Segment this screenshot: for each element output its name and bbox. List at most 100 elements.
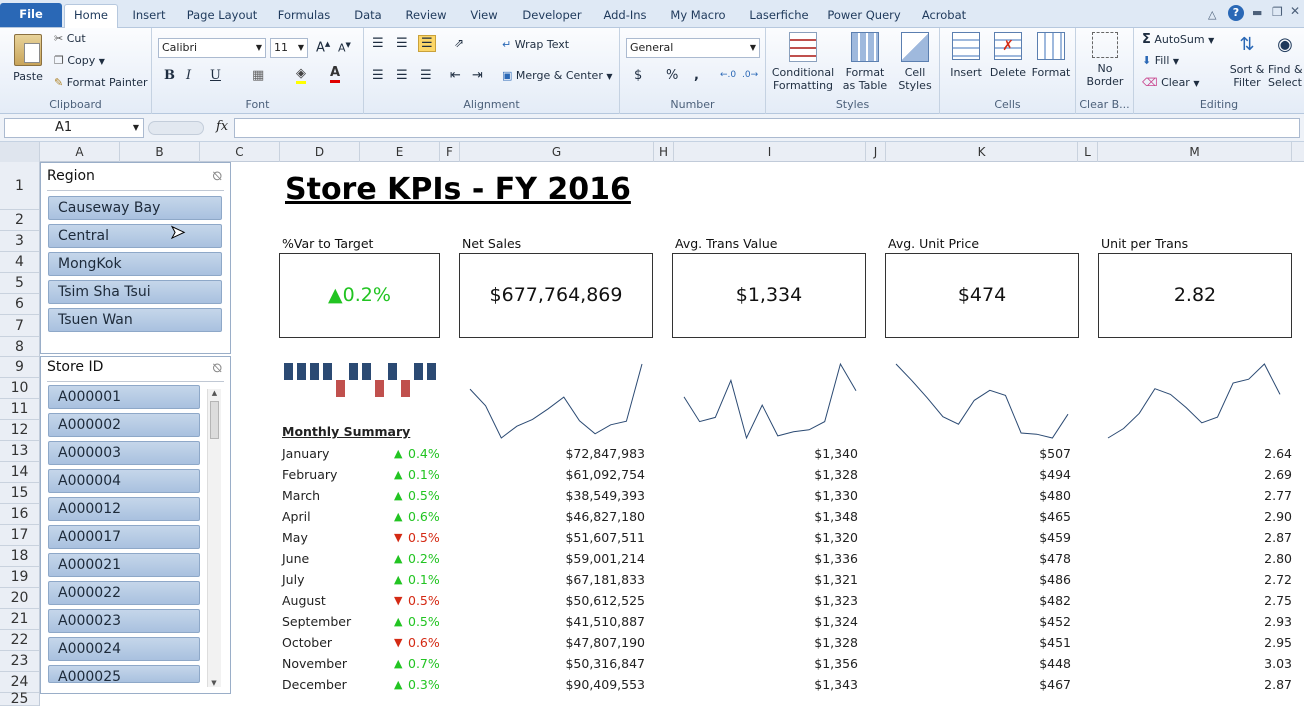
row-header[interactable]: 14 bbox=[0, 462, 39, 483]
column-header[interactable]: B bbox=[120, 142, 200, 162]
insert-cells-button[interactable]: Insert bbox=[946, 32, 986, 79]
tab-page-layout[interactable]: Page Layout bbox=[180, 5, 264, 27]
help-icon[interactable]: ? bbox=[1228, 5, 1244, 21]
tab-insert[interactable]: Insert bbox=[122, 5, 176, 27]
column-header[interactable]: I bbox=[674, 142, 866, 162]
align-left-icon[interactable]: ☰ bbox=[372, 68, 384, 83]
font-name-combo[interactable]: Calibri ▼ bbox=[158, 38, 266, 58]
store-slicer-item[interactable]: A000024 bbox=[48, 637, 200, 661]
grow-font-icon[interactable]: A▲ bbox=[316, 40, 330, 55]
row-header[interactable]: 1 bbox=[0, 162, 39, 210]
row-header[interactable]: 7 bbox=[0, 315, 39, 337]
scroll-down-icon[interactable]: ▼ bbox=[208, 679, 220, 687]
row-header[interactable]: 6 bbox=[0, 294, 39, 315]
row-header[interactable]: 25 bbox=[0, 692, 39, 706]
column-header[interactable]: K bbox=[886, 142, 1078, 162]
column-header[interactable]: C bbox=[200, 142, 280, 162]
row-header[interactable]: 12 bbox=[0, 420, 39, 441]
font-color-icon[interactable]: A bbox=[330, 66, 341, 83]
column-header[interactable]: G bbox=[460, 142, 654, 162]
row-header[interactable]: 4 bbox=[0, 252, 39, 273]
comma-button[interactable]: , bbox=[694, 68, 699, 83]
store-slicer-item[interactable]: A000017 bbox=[48, 525, 200, 549]
border-icon[interactable]: ▦ bbox=[252, 68, 264, 83]
tab-add-ins[interactable]: Add-Ins bbox=[596, 5, 654, 27]
row-header[interactable]: 18 bbox=[0, 546, 39, 567]
tab-home[interactable]: Home bbox=[64, 4, 118, 28]
row-header[interactable]: 20 bbox=[0, 588, 39, 609]
increase-decimal-icon[interactable]: ←.0 bbox=[720, 70, 736, 80]
tab-power-query[interactable]: Power Query bbox=[822, 5, 906, 27]
region-slicer-item[interactable]: Tsuen Wan bbox=[48, 308, 222, 332]
percent-button[interactable]: % bbox=[666, 68, 678, 83]
row-header[interactable]: 8 bbox=[0, 337, 39, 357]
fill-color-icon[interactable]: ◈ bbox=[296, 66, 306, 84]
format-cells-button[interactable]: Format bbox=[1030, 32, 1072, 79]
row-header[interactable]: 10 bbox=[0, 378, 39, 399]
clear-filter-icon[interactable]: ⦰ bbox=[212, 361, 222, 376]
column-header[interactable]: D bbox=[280, 142, 360, 162]
store-slicer-item[interactable]: A000012 bbox=[48, 497, 200, 521]
tab-formulas[interactable]: Formulas bbox=[272, 5, 336, 27]
region-slicer-item[interactable]: Tsim Sha Tsui bbox=[48, 280, 222, 304]
row-header[interactable]: 11 bbox=[0, 399, 39, 420]
merge-center-button[interactable]: ▣ Merge & Center ▼ bbox=[502, 69, 613, 82]
region-slicer-item[interactable]: Central bbox=[48, 224, 222, 248]
scroll-up-icon[interactable]: ▲ bbox=[208, 389, 221, 397]
select-all-corner[interactable] bbox=[0, 142, 40, 162]
cell-styles-button[interactable]: Cell Styles bbox=[894, 32, 936, 92]
align-top-icon[interactable]: ☰ bbox=[372, 36, 384, 51]
autosum-button[interactable]: Σ AutoSum ▼ bbox=[1142, 32, 1214, 47]
row-header[interactable]: 21 bbox=[0, 609, 39, 630]
region-slicer-item[interactable]: MongKok bbox=[48, 252, 222, 276]
row-header[interactable]: 2 bbox=[0, 210, 39, 231]
column-header[interactable]: A bbox=[40, 142, 120, 162]
row-header[interactable]: 13 bbox=[0, 441, 39, 462]
tab-acrobat[interactable]: Acrobat bbox=[914, 5, 974, 27]
increase-indent-icon[interactable]: ⇥ bbox=[472, 68, 483, 83]
store-slicer-item[interactable]: A000021 bbox=[48, 553, 200, 577]
slicer-scrollbar[interactable]: ▲ ▼ bbox=[207, 389, 221, 687]
row-header[interactable]: 23 bbox=[0, 651, 39, 672]
tab-view[interactable]: View bbox=[460, 5, 508, 27]
tab-file[interactable]: File bbox=[0, 3, 62, 27]
name-box[interactable]: A1 ▼ bbox=[4, 118, 144, 138]
currency-button[interactable]: $ bbox=[634, 68, 642, 83]
decrease-indent-icon[interactable]: ⇤ bbox=[450, 68, 461, 83]
row-header[interactable]: 24 bbox=[0, 672, 39, 693]
align-middle-icon[interactable]: ☰ bbox=[396, 36, 408, 51]
row-header[interactable]: 17 bbox=[0, 525, 39, 546]
align-right-icon[interactable]: ☰ bbox=[420, 68, 432, 83]
formula-bar-splitter[interactable] bbox=[148, 121, 204, 135]
cut-button[interactable]: ✂ Cut bbox=[54, 32, 86, 45]
wrap-text-button[interactable]: ↵ Wrap Text bbox=[502, 38, 569, 51]
align-center-icon[interactable]: ☰ bbox=[396, 68, 408, 83]
row-header[interactable]: 9 bbox=[0, 357, 39, 378]
clear-button[interactable]: ⌫ Clear ▼ bbox=[1142, 76, 1200, 89]
row-header[interactable]: 3 bbox=[0, 231, 39, 252]
orientation-icon[interactable]: ⇗ bbox=[454, 36, 464, 50]
tab-review[interactable]: Review bbox=[398, 5, 454, 27]
region-slicer-item[interactable]: Causeway Bay bbox=[48, 196, 222, 220]
italic-button[interactable]: I bbox=[186, 68, 191, 83]
underline-button[interactable]: U bbox=[210, 68, 221, 83]
store-slicer-item[interactable]: A000025 bbox=[48, 665, 200, 683]
minimize-icon[interactable]: ▬ bbox=[1252, 6, 1262, 19]
close-icon[interactable]: ✕ bbox=[1290, 4, 1300, 18]
formula-input[interactable] bbox=[234, 118, 1300, 138]
store-slicer-item[interactable]: A000001 bbox=[48, 385, 200, 409]
column-header[interactable]: L bbox=[1078, 142, 1098, 162]
tab-developer[interactable]: Developer bbox=[518, 5, 586, 27]
collapse-ribbon-icon[interactable]: △ bbox=[1208, 8, 1216, 21]
row-header[interactable]: 15 bbox=[0, 483, 39, 504]
copy-button[interactable]: ❐ Copy ▼ bbox=[54, 54, 105, 67]
column-header[interactable]: M bbox=[1098, 142, 1292, 162]
row-header[interactable]: 19 bbox=[0, 567, 39, 588]
clear-filter-icon[interactable]: ⦰ bbox=[212, 169, 222, 184]
column-header[interactable]: F bbox=[440, 142, 460, 162]
tab-laserfiche[interactable]: Laserfiche bbox=[742, 5, 816, 27]
row-header[interactable]: 22 bbox=[0, 630, 39, 651]
format-as-table-button[interactable]: Format as Table bbox=[840, 32, 890, 92]
number-format-combo[interactable]: General ▼ bbox=[626, 38, 760, 58]
align-bottom-icon[interactable]: ☰ bbox=[418, 35, 436, 52]
